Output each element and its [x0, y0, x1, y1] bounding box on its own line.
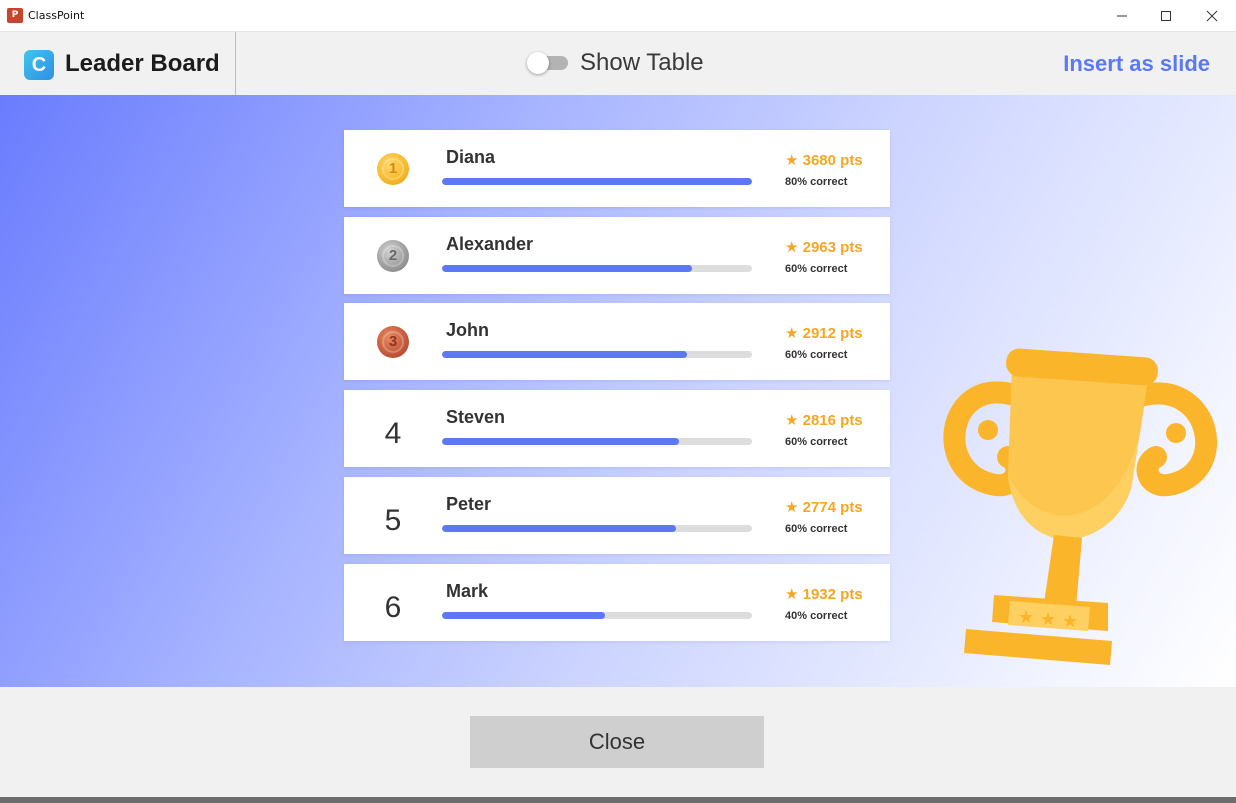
rank-number: 5 — [384, 503, 402, 537]
points: ★ 2963 pts — [785, 239, 863, 256]
points: ★ 2774 pts — [785, 499, 863, 516]
leaderboard-row: 5 Peter ★ 2774 pts 60% correct — [344, 477, 890, 554]
score-progress-fill — [442, 612, 605, 619]
brand: C Leader Board — [0, 32, 236, 95]
score-progress-bar — [442, 438, 752, 445]
rank-cell: 4 — [344, 390, 442, 467]
score-progress-fill — [442, 525, 676, 532]
score-progress-fill — [442, 438, 680, 445]
maximize-button[interactable] — [1144, 0, 1188, 32]
show-table-label: Show Table — [580, 49, 704, 76]
classpoint-logo-icon: C — [24, 50, 54, 80]
window-bottom-edge — [0, 797, 1236, 803]
gold-medal-icon: 1 — [377, 152, 409, 185]
score-progress-bar — [442, 265, 752, 272]
minimize-button[interactable] — [1100, 0, 1144, 32]
close-button[interactable]: Close — [470, 716, 764, 768]
rank-cell: 2 — [344, 217, 442, 294]
footer: Close — [0, 687, 1236, 797]
score-progress-bar — [442, 525, 752, 532]
leaderboard-row: 3 John ★ 2912 pts 60% correct — [344, 303, 890, 380]
score-progress-fill — [442, 178, 752, 185]
rank-number: 6 — [384, 590, 402, 624]
silver-medal-icon: 2 — [377, 239, 409, 272]
rank-cell: 6 — [344, 564, 442, 641]
maximize-icon — [1161, 11, 1171, 21]
toggle-switch[interactable] — [527, 52, 568, 74]
participant-name: Alexander — [446, 234, 534, 254]
participant-name: Steven — [446, 407, 506, 427]
leaderboard-row: 1 Diana ★ 3680 pts 80% correct — [344, 130, 890, 207]
bronze-medal-icon: 3 — [377, 325, 409, 358]
window-titlebar: P ClassPoint — [0, 0, 1236, 32]
show-table-toggle[interactable]: Show Table — [527, 48, 704, 78]
close-icon — [1206, 10, 1218, 22]
correct-percentage: 80% correct — [785, 176, 848, 188]
participant-name: Mark — [446, 581, 489, 601]
trophy-star-icon: ★ — [1018, 607, 1034, 628]
rank-cell: 3 — [344, 303, 442, 380]
participant-name: John — [446, 320, 489, 340]
participant-name: Diana — [446, 147, 496, 167]
powerpoint-app-icon: P — [7, 8, 23, 23]
trophy-star-icon: ★ — [1040, 609, 1056, 630]
points: ★ 1932 pts — [785, 586, 863, 603]
rank-number: 4 — [384, 416, 402, 450]
window-title: ClassPoint — [28, 9, 85, 22]
page-title: Leader Board — [65, 50, 220, 77]
medal-rank-number: 1 — [382, 157, 404, 180]
score-progress-bar — [442, 351, 752, 358]
leaderboard-row: 6 Mark ★ 1932 pts 40% correct — [344, 564, 890, 641]
score-progress-fill — [442, 265, 692, 272]
medal-rank-number: 2 — [382, 244, 404, 267]
rank-cell: 1 — [344, 130, 442, 207]
medal-rank-number: 3 — [382, 330, 404, 353]
leaderboard-area: 1 Diana ★ 3680 pts 80% correct 2 Alexand… — [0, 95, 1236, 687]
insert-as-slide-button[interactable]: Insert as slide — [1063, 51, 1210, 77]
correct-percentage: 60% correct — [785, 263, 848, 275]
leaderboard-row: 4 Steven ★ 2816 pts 60% correct — [344, 390, 890, 467]
score-progress-fill — [442, 351, 688, 358]
correct-percentage: 60% correct — [785, 523, 848, 535]
participant-name: Peter — [446, 494, 492, 514]
rank-cell: 5 — [344, 477, 442, 554]
score-progress-bar — [442, 612, 752, 619]
leaderboard-row: 2 Alexander ★ 2963 pts 60% correct — [344, 217, 890, 294]
points: ★ 2912 pts — [785, 325, 863, 342]
trophy-icon: ★ ★ ★ — [943, 348, 1218, 665]
points: ★ 2816 pts — [785, 412, 863, 429]
correct-percentage: 60% correct — [785, 436, 848, 448]
correct-percentage: 40% correct — [785, 610, 848, 622]
correct-percentage: 60% correct — [785, 349, 848, 361]
toggle-knob — [527, 52, 549, 74]
trophy-star-icon: ★ — [1062, 611, 1078, 632]
points: ★ 3680 pts — [785, 152, 863, 169]
leaderboard-header: C Leader Board Show Table Insert as slid… — [0, 32, 1236, 95]
close-window-button[interactable] — [1190, 0, 1234, 32]
minimize-icon — [1117, 15, 1127, 17]
score-progress-bar — [442, 178, 752, 185]
